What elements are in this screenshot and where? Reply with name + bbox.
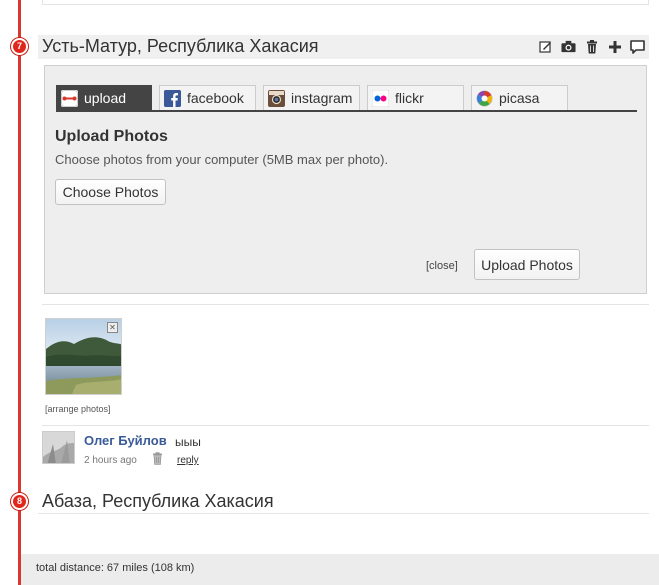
avatar-image [43, 432, 74, 463]
tab-label: picasa [499, 90, 540, 106]
reply-link[interactable]: reply [177, 455, 199, 466]
arrange-photos-link[interactable]: [arrange photos] [45, 404, 111, 414]
avatar[interactable] [42, 431, 75, 464]
trash-icon[interactable] [584, 39, 599, 54]
close-upload-link[interactable]: [close] [426, 260, 458, 272]
stop-title: Абаза, Республика Хакасия [42, 491, 274, 511]
stop-number-marker: 8 [11, 493, 28, 510]
tab-upload[interactable]: upload [56, 85, 152, 110]
flickr-icon [371, 89, 390, 107]
tab-label: upload [84, 90, 127, 106]
facebook-icon [164, 89, 181, 107]
comment-timestamp: 2 hours ago [84, 455, 137, 466]
camera-icon[interactable] [561, 39, 576, 54]
upload-photos-button[interactable]: Upload Photos [474, 249, 580, 280]
trip-summary-footer: total distance: 67 miles (108 km) [21, 554, 659, 585]
stop-header: Абаза, Республика Хакасия [38, 490, 649, 514]
stop-actions-toolbar [538, 39, 645, 54]
tab-label: flickr [395, 90, 424, 106]
tab-label: instagram [291, 90, 353, 106]
previous-stop-bottom-border [42, 0, 649, 5]
total-distance: total distance: 67 miles (108 km) [36, 562, 195, 574]
photo-thumbnail[interactable]: ✕ [45, 318, 122, 395]
stop-number-marker: 7 [11, 38, 28, 55]
comment-icon[interactable] [630, 39, 645, 54]
tab-instagram[interactable]: instagram [263, 85, 360, 110]
edit-icon[interactable] [538, 39, 553, 54]
section-divider [42, 304, 649, 305]
comment-text: ыыы [175, 435, 201, 449]
picasa-icon [476, 90, 493, 107]
choose-photos-button[interactable]: Choose Photos [55, 179, 166, 205]
remove-photo-icon[interactable]: ✕ [107, 322, 118, 333]
photo-source-tabs: upload facebook instagram flickr picasa [56, 85, 637, 112]
tab-flickr[interactable]: flickr [367, 85, 464, 110]
tab-facebook[interactable]: facebook [159, 85, 256, 110]
upload-heading: Upload Photos [55, 128, 168, 145]
comment-author-link[interactable]: Олег Буйлов [84, 433, 167, 448]
tab-picasa[interactable]: picasa [471, 85, 568, 110]
upload-description: Choose photos from your computer (5MB ma… [55, 152, 389, 167]
tab-label: facebook [187, 90, 244, 106]
instagram-icon [268, 89, 285, 107]
upload-photos-panel: upload facebook instagram flickr picasa [44, 65, 647, 294]
upload-icon [61, 89, 78, 107]
delete-comment-trash-icon[interactable] [152, 452, 163, 465]
plus-icon[interactable] [607, 39, 622, 54]
stop-header: Усть-Матур, Республика Хакасия [38, 35, 649, 59]
section-divider [42, 425, 649, 426]
stop-title: Усть-Матур, Республика Хакасия [42, 36, 319, 56]
